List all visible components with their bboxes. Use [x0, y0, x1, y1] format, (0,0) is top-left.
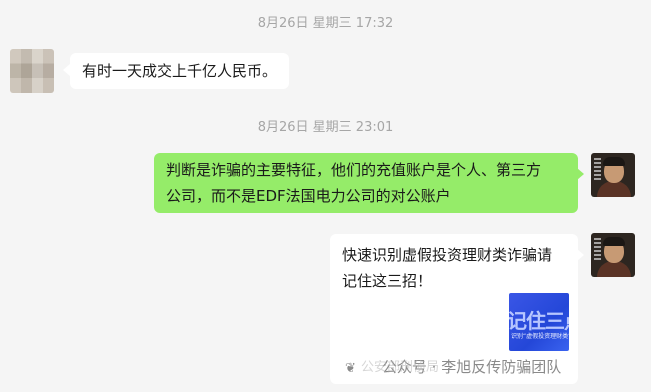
bubble-tail	[63, 64, 70, 76]
message-text-line-1: 判断是诈骗的主要特征，他们的充值账户是个人、第三方	[166, 161, 542, 179]
incoming-message-bubble[interactable]: 有时一天成交上千亿人民币。	[70, 53, 290, 89]
wechat-official-account-icon: ❦	[345, 361, 356, 376]
bubble-tail	[577, 249, 584, 261]
article-title-line-2: 记住这三招！	[342, 272, 433, 290]
article-title-line-1: 快速识别虚假投资理财类诈骗请	[342, 246, 553, 264]
article-thumbnail[interactable]: 记住三点 识别“虚假投资理财类”诈骗	[509, 293, 569, 351]
timestamp-1: 8月26日 星期三 17:32	[257, 16, 394, 31]
outgoing-message-bubble[interactable]: 判断是诈骗的主要特征，他们的充值账户是个人、第三方 公司，而不是EDF法国电力公…	[154, 153, 578, 213]
thumbnail-subtext: 识别“虚假投资理财类”诈骗	[511, 333, 569, 340]
bubble-tail	[577, 168, 584, 180]
self-avatar[interactable]	[591, 233, 635, 277]
message-text-line-2: 公司，而不是EDF法国电力公司的对公账户	[166, 187, 451, 205]
self-avatar[interactable]	[591, 153, 635, 197]
message-text: 有时一天成交上千亿人民币。	[82, 62, 278, 80]
thumbnail-text: 记住三点	[509, 309, 569, 333]
timestamp-2: 8月26日 星期三 23:01	[257, 120, 394, 135]
watermark: ❦ 公安部刑侦局 公众号 · 李旭反传防骗团队	[345, 356, 561, 377]
contact-avatar[interactable]	[10, 49, 54, 93]
watermark-faded-text: 公安部刑侦局	[361, 360, 440, 375]
